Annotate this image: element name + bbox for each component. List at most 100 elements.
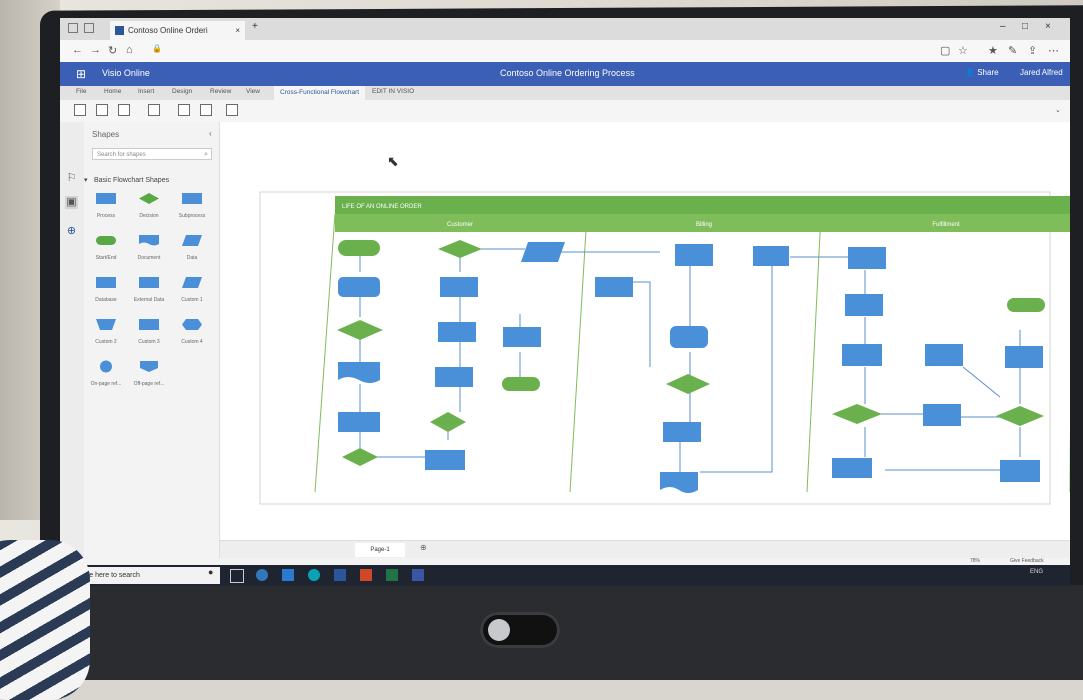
stencil-rail-icon[interactable]: ▣ (65, 196, 78, 209)
excel-icon[interactable] (386, 569, 398, 581)
word-icon[interactable] (334, 569, 346, 581)
task-view-icon[interactable] (230, 569, 244, 583)
feedback-link[interactable]: Give Feedback (1010, 558, 1044, 564)
page-tab[interactable]: Page-1 (355, 543, 405, 557)
lane-options-icon[interactable] (200, 104, 212, 116)
process-shape (663, 422, 701, 442)
microphone-icon[interactable]: ● (208, 567, 213, 577)
powerpoint-icon[interactable] (360, 569, 372, 581)
stencil-shape-custom-2[interactable]: Custom 2 (86, 318, 126, 345)
tab-view[interactable]: View (246, 88, 260, 95)
taskbar: Type here to search ● ENG (60, 565, 1070, 586)
process-shape (503, 327, 541, 347)
tab-home[interactable]: Home (104, 88, 121, 95)
stencil-shape-custom-4[interactable]: Custom 4 (172, 318, 212, 345)
zoom-level[interactable]: 78% (970, 558, 980, 564)
stencil-shape-label: Document (137, 255, 161, 261)
forward-icon[interactable]: → (90, 44, 101, 56)
swimlane-icon[interactable] (74, 104, 86, 116)
edge-icon[interactable] (256, 569, 268, 581)
minimize-button[interactable]: – (1000, 21, 1006, 32)
orientation-icon[interactable] (118, 104, 130, 116)
collapse-panel-icon[interactable]: ‹ (209, 129, 212, 138)
flowchart-diagram[interactable]: LIFE OF AN ONLINE ORDER Customer Billing… (220, 122, 1070, 542)
stencil-shape-off-page-ref[interactable]: Off-page ref... (129, 360, 169, 387)
favorite-star-icon[interactable]: ☆ (958, 44, 968, 57)
maximize-button[interactable]: □ (1022, 21, 1028, 32)
stencil-shape-start-end[interactable]: Start/End (86, 234, 126, 261)
tab-insert[interactable]: Insert (138, 88, 154, 95)
process-shape (832, 458, 872, 478)
app-name[interactable]: Visio Online (102, 68, 150, 78)
reading-view-icon[interactable]: ▢ (940, 44, 950, 57)
new-tab-button[interactable]: + (252, 21, 258, 32)
skype-icon[interactable] (308, 569, 320, 581)
separator-icon[interactable] (96, 104, 108, 116)
tab-close-icon[interactable]: × (235, 21, 240, 40)
tabs-icon[interactable] (68, 23, 78, 33)
visio-favicon-icon (115, 26, 124, 35)
stencil-shape-on-page-ref[interactable]: On-page ref... (86, 360, 126, 387)
stencil-shape-document[interactable]: Document (129, 234, 169, 261)
stencil-shape-label: Custom 3 (138, 339, 160, 345)
more-icon[interactable]: ⋯ (1048, 44, 1059, 57)
user-name[interactable]: Jared Alfred (1020, 68, 1063, 77)
tab-design[interactable]: Design (172, 88, 192, 95)
process-shape (1005, 346, 1043, 368)
document-title[interactable]: Contoso Online Ordering Process (500, 68, 635, 78)
stencil-shape-process[interactable]: Process (86, 192, 126, 219)
tab-file[interactable]: File (76, 88, 86, 95)
stencil-shape-database[interactable]: Database (86, 276, 126, 303)
stencil-shape-subprocess[interactable]: Subprocess (172, 192, 212, 219)
phase-icon[interactable] (226, 104, 238, 116)
collapse-ribbon-icon[interactable]: ⌄ (1055, 106, 1061, 114)
app-header: ⊞ Visio Online Contoso Online Ordering P… (60, 62, 1070, 86)
stencil-shape-label: Data (186, 255, 198, 261)
shapes-rail-icon[interactable]: ⚐ (65, 172, 78, 185)
diagram-title: LIFE OF AN ONLINE ORDER (342, 204, 422, 210)
outlook-icon[interactable] (282, 569, 294, 581)
visio-icon[interactable] (412, 569, 424, 581)
insert-lane-icon[interactable] (178, 104, 190, 116)
person-icon: 👤 (965, 68, 975, 77)
browser-tab[interactable]: Contoso Online Orderi × (110, 21, 245, 40)
share-page-icon[interactable]: ⇪ (1028, 44, 1037, 57)
add-page-icon[interactable]: ⊕ (420, 543, 427, 552)
stencil-shape-custom-3[interactable]: Custom 3 (129, 318, 169, 345)
share-button[interactable]: 👤 Share (965, 68, 999, 77)
stencil-shape-label: Custom 4 (181, 339, 203, 345)
stencil-shape-custom-1[interactable]: Custom 1 (172, 276, 212, 303)
home-icon[interactable]: ⌂ (126, 44, 133, 56)
screen: Contoso Online Orderi × + – □ × ← → ↻ ⌂ … (60, 18, 1070, 586)
tab-preview-icon[interactable] (84, 23, 94, 33)
diagram-title-bar (335, 196, 1070, 214)
search-icon[interactable]: ⌕ (204, 149, 208, 161)
app-launcher-icon[interactable]: ⊞ (76, 67, 86, 81)
stencil-name[interactable]: Basic Flowchart Shapes (94, 177, 169, 184)
shape-search-input[interactable]: Search for shapes ⌕ (92, 148, 212, 160)
share-label: Share (977, 68, 999, 77)
process-shape (425, 450, 465, 470)
stencil-shape-external-data[interactable]: External Data (129, 276, 169, 303)
start-shape (338, 240, 380, 256)
stencil-shape-data[interactable]: Data (172, 234, 212, 261)
stencil-shape-decision[interactable]: Decision (129, 192, 169, 219)
tab-edit-in-visio[interactable]: EDIT IN VISIO (372, 88, 414, 95)
notes-icon[interactable]: ✎ (1008, 44, 1017, 57)
data-shape (521, 242, 565, 262)
process-shape (1000, 460, 1040, 482)
back-icon[interactable]: ← (72, 44, 83, 56)
tab-review[interactable]: Review (210, 88, 231, 95)
refresh-icon[interactable]: ↻ (108, 44, 117, 57)
lane-label-customer: Customer (447, 222, 473, 228)
tab-cross-functional-flowchart[interactable]: Cross-Functional Flowchart (274, 86, 366, 100)
add-stencil-icon[interactable]: ⊕ (65, 225, 78, 238)
tray-language[interactable]: ENG (1030, 569, 1043, 575)
chevron-down-icon[interactable]: ▾ (84, 176, 88, 184)
stencil-shape-label: External Data (133, 297, 165, 303)
drawing-canvas[interactable]: LIFE OF AN ONLINE ORDER Customer Billing… (220, 122, 1070, 542)
end-shape (502, 377, 540, 391)
title-bar-icon[interactable] (148, 104, 160, 116)
close-window-button[interactable]: × (1045, 21, 1051, 32)
favorites-icon[interactable]: ★ (988, 44, 998, 57)
